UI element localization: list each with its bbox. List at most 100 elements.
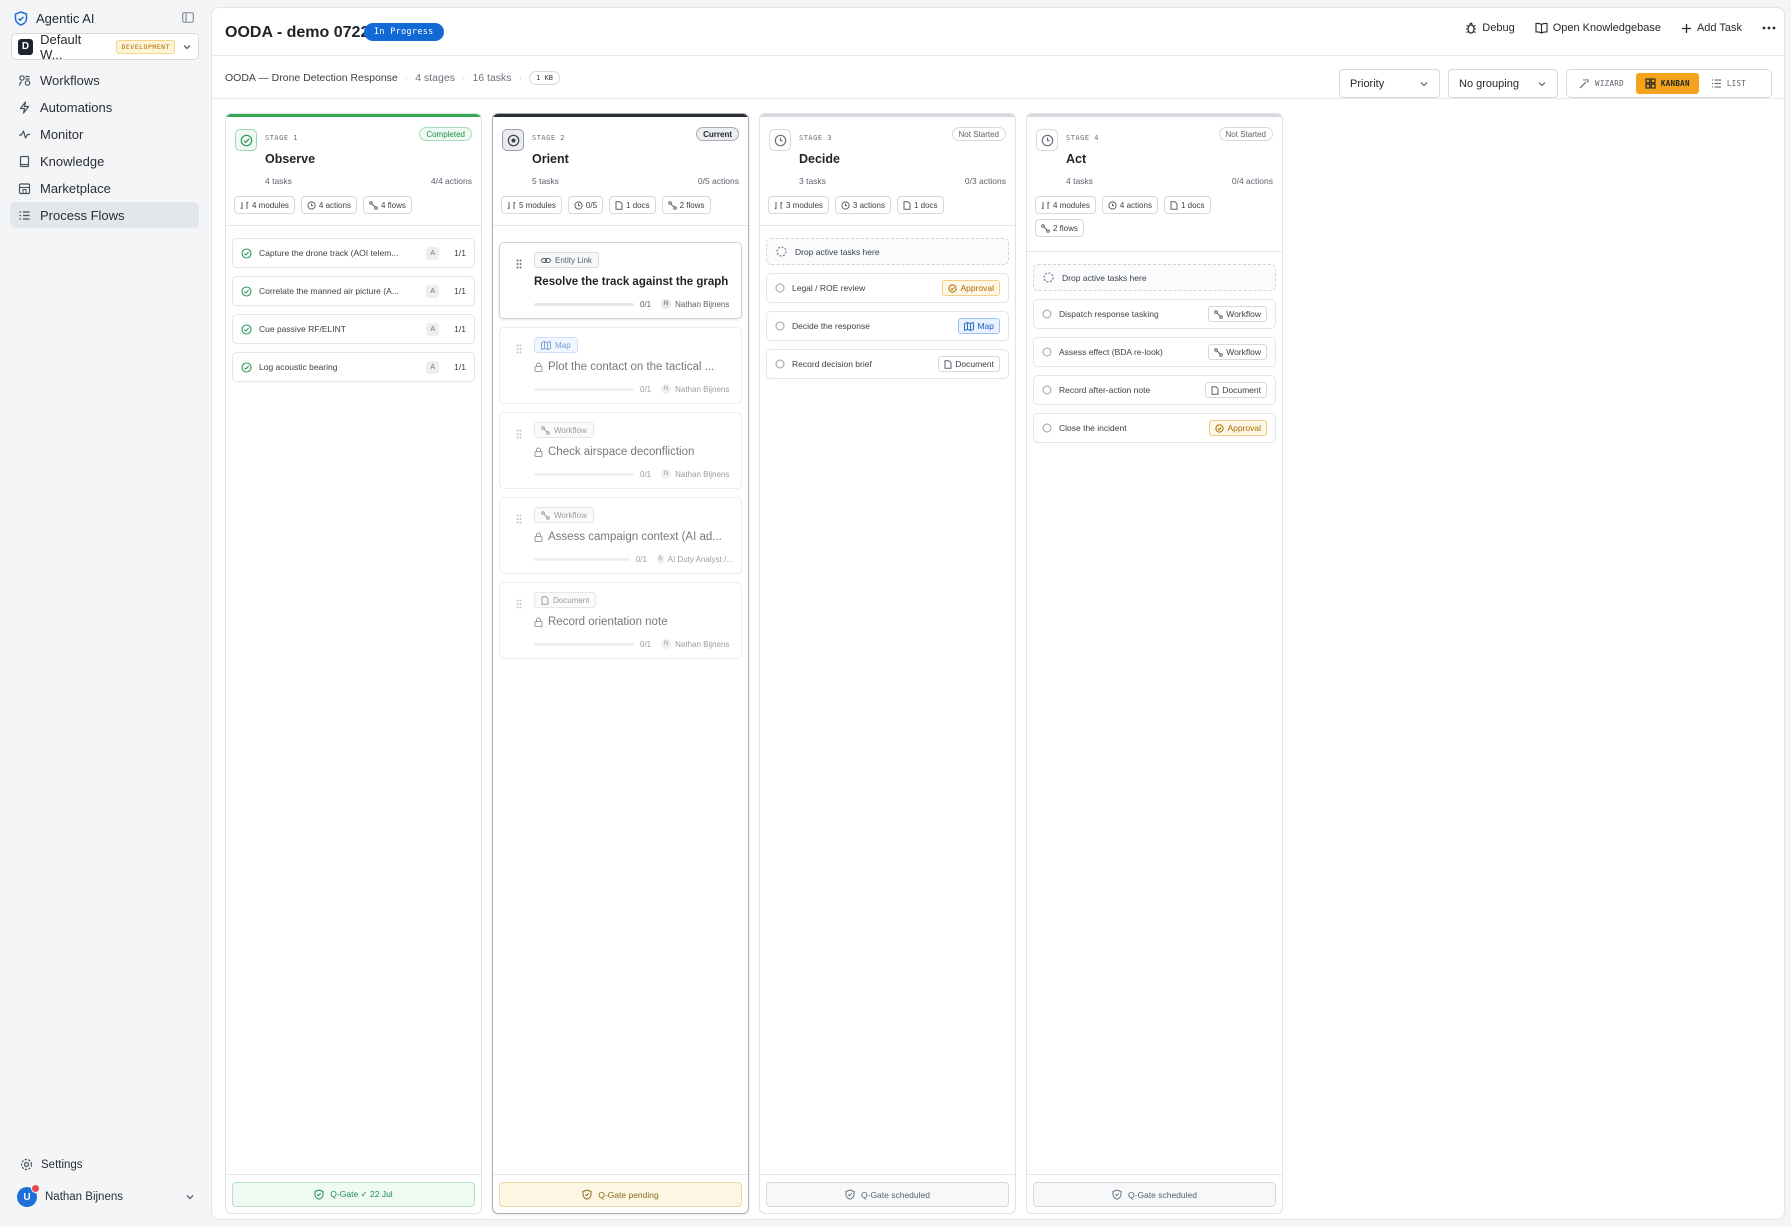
stage-chips: 5 modules 0/5 1 docs 2 flows xyxy=(501,196,742,214)
clock-icon xyxy=(1108,200,1117,210)
view-list-button[interactable]: LIST xyxy=(1702,73,1755,94)
task-progress: 1/1 xyxy=(454,286,466,296)
sidebar-item-automations[interactable]: Automations xyxy=(10,94,199,120)
main-panel: OODA - demo 0722 In Progress Debug Open … xyxy=(211,7,1785,1220)
view-kanban-button[interactable]: KANBAN xyxy=(1635,73,1699,94)
modules-chip[interactable]: 5 modules xyxy=(501,196,562,214)
progress-bar xyxy=(534,302,634,306)
quality-gate[interactable]: Q-Gate pending xyxy=(499,1182,742,1207)
task-row[interactable]: Dispatch response tasking Workflow xyxy=(1033,299,1276,329)
stage-status-badge: Not Started xyxy=(951,127,1006,141)
check-circle-icon xyxy=(241,361,252,373)
sidebar-item-knowledge[interactable]: Knowledge xyxy=(10,148,199,174)
docs-chip[interactable]: 1 docs xyxy=(609,196,656,214)
sidebar-item-marketplace[interactable]: Marketplace xyxy=(10,175,199,201)
view-wizard-button[interactable]: WIZARD xyxy=(1570,73,1633,94)
drag-handle-icon[interactable] xyxy=(516,514,522,524)
assignee-avatar: A xyxy=(656,554,664,564)
task-row[interactable]: Record after-action note Document xyxy=(1033,375,1276,405)
actions-chip[interactable]: 0/5 xyxy=(567,196,604,214)
stage-column-decide: STAGE 3 Decide Not Started 3 tasks 0/3 a… xyxy=(759,113,1016,1214)
task-row[interactable]: Decide the response Map xyxy=(766,311,1009,341)
drag-handle-icon[interactable] xyxy=(516,599,522,609)
modules-chip[interactable]: 4 modules xyxy=(234,196,295,214)
debug-button[interactable]: Debug xyxy=(1465,22,1515,34)
add-task-button[interactable]: Add Task xyxy=(1681,22,1742,34)
drag-handle-icon[interactable] xyxy=(516,344,522,354)
flows-chip[interactable]: 2 flows xyxy=(661,196,711,214)
clock-icon xyxy=(769,129,791,151)
actions-chip[interactable]: 4 actions xyxy=(1101,196,1158,214)
task-name: Record after-action note xyxy=(1059,385,1151,395)
chevron-down-icon xyxy=(1537,79,1547,89)
task-type-badge: Workflow xyxy=(534,507,594,523)
task-row[interactable]: Correlate the manned air picture (A... A… xyxy=(232,276,475,306)
grouping-select[interactable]: No grouping xyxy=(1448,69,1558,98)
quality-gate[interactable]: Q-Gate ✓ 22 Jul xyxy=(232,1182,475,1207)
stage-action-count: 0/5 actions xyxy=(697,176,739,186)
flows-chip[interactable]: 4 flows xyxy=(362,196,412,214)
settings-link[interactable]: Settings xyxy=(20,1158,83,1171)
assignee: N Nathan Bijnens xyxy=(661,469,729,479)
docs-chip[interactable]: 1 docs xyxy=(896,196,944,214)
document-icon xyxy=(1211,385,1219,395)
user-menu[interactable]: U Nathan Bijnens xyxy=(17,1184,195,1207)
shield-check-icon xyxy=(314,1189,324,1200)
avatar-initial: U xyxy=(23,1191,31,1203)
assignee-name: AI Duty Analyst /... xyxy=(667,554,733,564)
drop-zone[interactable]: Drop active tasks here xyxy=(1033,264,1276,291)
task-card[interactable]: Map Plot the contact on the tactical ...… xyxy=(499,327,742,404)
stage-meta: 4 tasks 0/4 actions xyxy=(1066,176,1273,186)
workspace-switcher[interactable]: D Default W... DEVELOPMENT xyxy=(11,31,199,62)
drag-handle-icon[interactable] xyxy=(516,429,522,439)
sidebar-toggle-icon[interactable] xyxy=(182,12,194,23)
drop-zone[interactable]: Drop active tasks here xyxy=(766,238,1009,265)
open-knowledgebase-button[interactable]: Open Knowledgebase xyxy=(1535,22,1661,34)
task-card[interactable]: Workflow Assess campaign context (AI ad.… xyxy=(499,497,742,574)
modules-chip[interactable]: 3 modules xyxy=(768,196,829,214)
task-card[interactable]: Workflow Check airspace deconfliction 0/… xyxy=(499,412,742,489)
document-icon xyxy=(903,200,911,210)
quality-gate[interactable]: Q-Gate scheduled xyxy=(766,1182,1009,1207)
empty-circle-icon xyxy=(1042,423,1052,433)
drag-handle-icon[interactable] xyxy=(516,259,522,269)
agent-badge: A xyxy=(426,246,440,260)
actions-chip[interactable]: 3 actions xyxy=(834,196,891,214)
modules-chip[interactable]: 4 modules xyxy=(1035,196,1096,214)
document-icon xyxy=(1170,200,1178,210)
task-card[interactable]: Document Record orientation note 0/1 N Nat… xyxy=(499,582,742,659)
task-type-label: Document xyxy=(1222,385,1261,395)
task-row[interactable]: Record decision brief Document xyxy=(766,349,1009,379)
stage-header: STAGE 1 Observe Completed 4 tasks 4/4 ac… xyxy=(226,114,481,226)
task-row[interactable]: Assess effect (BDA re-look) Workflow xyxy=(1033,337,1276,367)
task-row[interactable]: Cue passive RF/ELINT A 1/1 xyxy=(232,314,475,344)
task-footer: 0/1 N Nathan Bijnens xyxy=(534,469,733,479)
task-card[interactable]: Entity Link Resolve the track against th… xyxy=(499,242,742,319)
sort-select[interactable]: Priority xyxy=(1339,69,1440,98)
task-progress: 0/1 xyxy=(635,554,647,564)
sidebar-item-process-flows[interactable]: Process Flows xyxy=(10,202,199,228)
sidebar-item-monitor[interactable]: Monitor xyxy=(10,121,199,147)
workspace-name: Default W... xyxy=(40,31,82,62)
docs-chip[interactable]: 1 docs xyxy=(1163,196,1211,214)
task-type-label: Approval xyxy=(960,283,994,293)
lock-icon xyxy=(534,532,543,542)
flows-chip[interactable]: 2 flows xyxy=(1035,219,1084,237)
more-menu-button[interactable] xyxy=(1762,26,1776,30)
quality-gate[interactable]: Q-Gate scheduled xyxy=(1033,1182,1276,1207)
kb-badge[interactable]: 1 KB xyxy=(529,71,560,85)
stage-name: Observe xyxy=(265,152,316,166)
sidebar-item-workflows[interactable]: Workflows xyxy=(10,67,199,93)
sidebar-nav: Workflows Automations Monitor Knowledge … xyxy=(10,67,199,229)
actions-chip[interactable]: 4 actions xyxy=(300,196,357,214)
list-label: LIST xyxy=(1726,79,1747,88)
task-row[interactable]: Capture the drone track (AOI telem... A … xyxy=(232,238,475,268)
lock-icon xyxy=(534,447,543,457)
task-row[interactable]: Legal / ROE review Approval xyxy=(766,273,1009,303)
assignee-name: Nathan Bijnens xyxy=(675,639,730,649)
task-row[interactable]: Log acoustic bearing A 1/1 xyxy=(232,352,475,382)
task-row[interactable]: Close the incident Approval xyxy=(1033,413,1276,443)
brand[interactable]: Agentic AI xyxy=(14,11,194,26)
debug-label: Debug xyxy=(1482,22,1515,34)
clock-icon xyxy=(1036,129,1058,151)
